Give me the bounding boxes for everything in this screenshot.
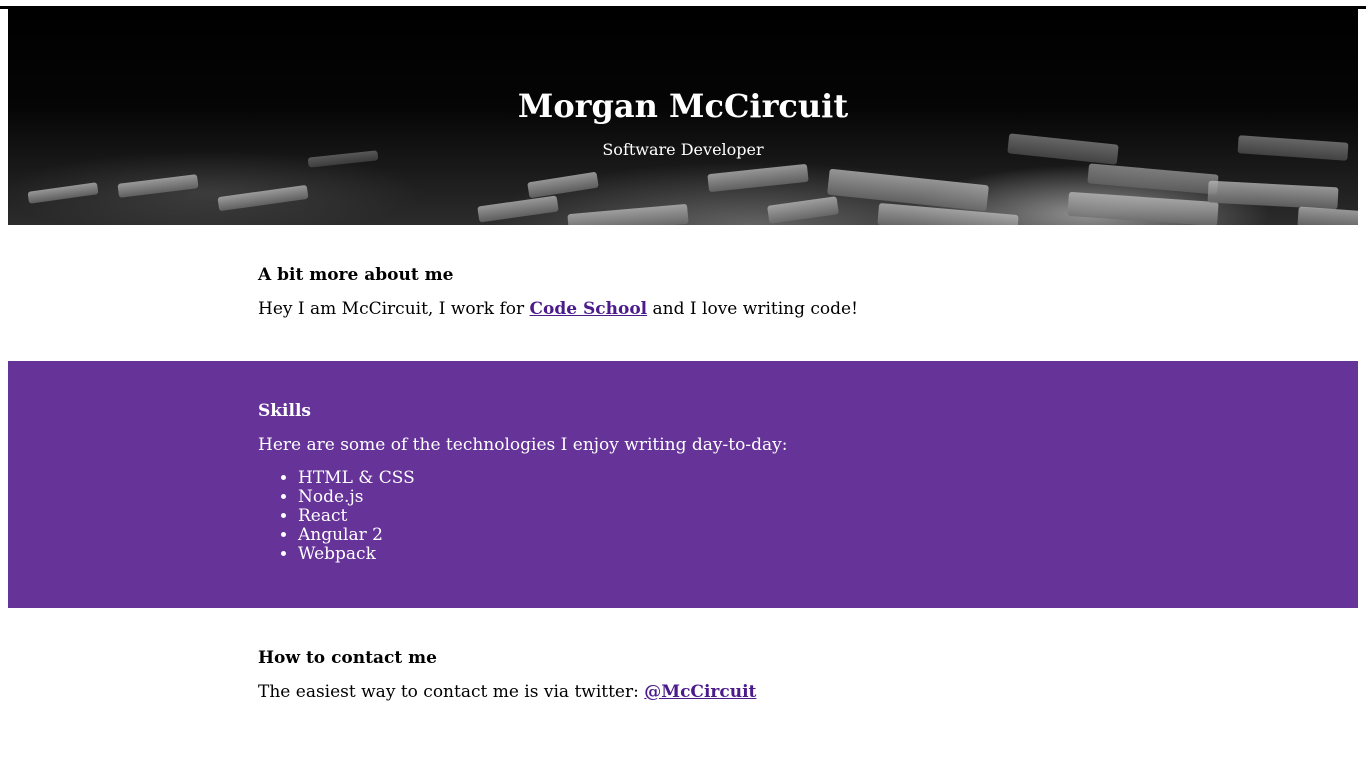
skills-heading: Skills (258, 401, 312, 421)
about-section: A bit more about me Hey I am McCircuit, … (8, 225, 1358, 361)
skill-item-webpack: Webpack (298, 545, 1158, 564)
contact-section: How to contact me The easiest way to con… (8, 608, 1358, 768)
page-title: Morgan McCircuit (517, 87, 849, 125)
about-text-end: and I love writing code! (647, 299, 858, 319)
contact-text: The easiest way to contact me is via twi… (258, 682, 1158, 702)
code-school-link[interactable]: Code School (530, 299, 648, 319)
skill-item-nodejs: Node.js (298, 488, 1158, 507)
skill-item-react: React (298, 507, 1158, 526)
contact-heading: How to contact me (258, 648, 437, 668)
about-text: Hey I am McCircuit, I work for Code Scho… (258, 299, 1158, 319)
twitter-link[interactable]: @McCircuit (644, 682, 756, 702)
page-subtitle: Software Developer (602, 140, 764, 159)
skills-list: HTML & CSS Node.js React Angular 2 Webpa… (258, 469, 1158, 564)
skills-intro: Here are some of the technologies I enjo… (258, 435, 788, 455)
about-text-start: Hey I am McCircuit, I work for (258, 299, 530, 319)
skill-item-html-css: HTML & CSS (298, 469, 1158, 488)
skills-section: Skills Here are some of the technologies… (8, 361, 1358, 608)
about-heading: A bit more about me (258, 265, 454, 285)
hero-banner: Morgan McCircuit Software Developer (8, 9, 1358, 225)
skill-item-angular: Angular 2 (298, 526, 1158, 545)
contact-text-start: The easiest way to contact me is via twi… (258, 682, 645, 702)
